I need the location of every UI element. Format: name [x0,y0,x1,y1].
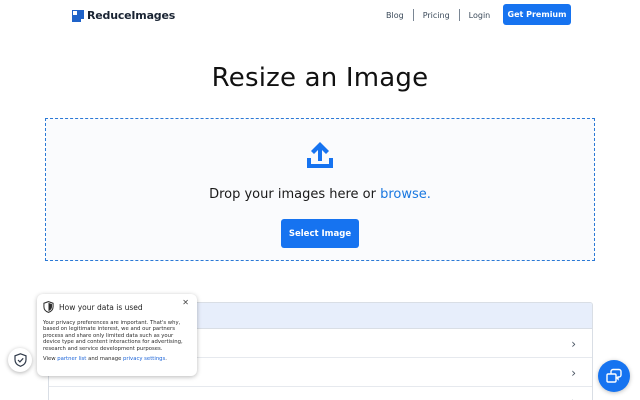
help-icon [606,368,622,383]
chevron-right-icon: › [571,337,576,351]
get-premium-button[interactable]: Get Premium [503,4,571,25]
logo-mark-icon [72,9,84,22]
nav-link-login[interactable]: Login [469,11,491,20]
privacy-settings-link[interactable]: privacy settings [123,356,165,362]
logo-text: ReduceImages [87,9,176,22]
browse-link[interactable]: browse. [380,187,431,202]
privacy-foot-text: and manage [86,356,124,363]
nav-divider [458,9,460,21]
privacy-popover: How your data is used ✕ Your privacy pre… [37,294,197,376]
select-image-button[interactable]: Select Image [281,219,359,248]
shield-icon [43,301,54,313]
main-nav: Blog Pricing Login [386,7,490,23]
privacy-popover-header: How your data is used [43,300,191,314]
top-header: ReduceImages Blog Pricing Login Get Prem… [0,0,640,30]
upload-icon[interactable] [303,138,337,172]
chevron-right-icon: › [571,395,576,400]
privacy-foot-text: View [43,356,58,363]
chevron-right-icon: › [571,366,576,380]
privacy-popover-body: Your privacy preferences are important. … [43,320,183,352]
dropzone-instructions: Drop your images here or browse. [0,187,640,202]
privacy-popover-footer: View partner list and manage privacy set… [43,356,191,362]
nav-divider [412,9,414,21]
partner-list-link[interactable]: partner list [57,356,86,362]
privacy-foot-text: . [165,356,167,363]
page-title: Resize an Image [211,63,429,93]
privacy-popover-title: How your data is used [59,302,143,312]
shield-check-icon [13,353,27,367]
logo[interactable]: ReduceImages [72,9,175,22]
nav-link-blog[interactable]: Blog [386,11,404,20]
help-button[interactable] [598,360,630,392]
list-item[interactable]: › [49,387,592,400]
nav-link-pricing[interactable]: Pricing [423,11,450,20]
close-icon[interactable]: ✕ [182,298,189,307]
dropzone-text: Drop your images here or [209,187,381,202]
privacy-badge-button[interactable] [8,348,32,372]
